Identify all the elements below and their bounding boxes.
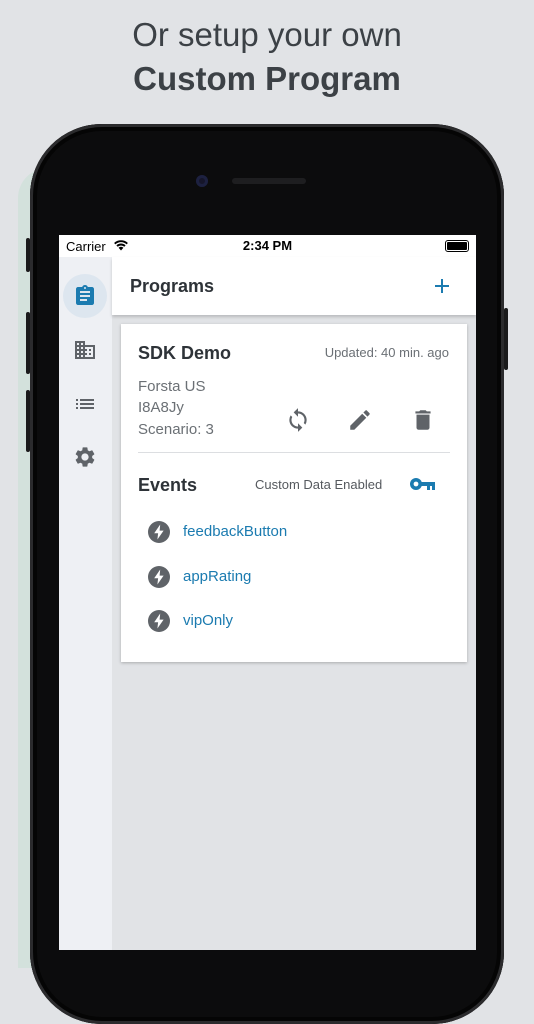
clipboard-icon — [76, 285, 94, 305]
edit-button[interactable] — [347, 407, 373, 433]
battery-icon — [445, 240, 469, 252]
status-time: 2:34 PM — [242, 238, 293, 253]
add-program-button[interactable] — [430, 274, 454, 298]
custom-data-label: Custom Data Enabled — [255, 477, 383, 492]
edit-icon — [350, 410, 370, 430]
rail-item-organizations[interactable] — [63, 328, 107, 372]
app-screen: Carrier 2:34 PM Programs SDK Demo Update… — [59, 235, 476, 950]
events-title: Events — [138, 475, 198, 495]
page-title: Programs — [130, 276, 215, 296]
phone-power-button — [504, 308, 508, 370]
program-region: Forsta US — [138, 378, 206, 395]
list-icon — [76, 399, 94, 409]
rail-item-programs[interactable] — [63, 274, 107, 318]
event-label: feedbackButton — [183, 523, 288, 540]
headline-line-1: Or setup your own — [132, 16, 402, 53]
bolt-icon — [148, 566, 170, 588]
rail-item-settings[interactable] — [63, 435, 107, 479]
app-header: Programs — [112, 257, 476, 315]
delete-button[interactable] — [410, 407, 436, 433]
building-icon — [75, 341, 95, 359]
rail-item-list[interactable] — [63, 382, 107, 426]
trash-icon — [415, 410, 431, 430]
program-name: SDK Demo — [138, 343, 232, 363]
program-card[interactable]: SDK Demo Updated: 40 min. ago Forsta US … — [121, 324, 467, 662]
phone-speaker — [232, 178, 306, 184]
sync-button[interactable] — [285, 407, 311, 433]
bolt-icon — [148, 521, 170, 543]
bolt-icon — [148, 610, 170, 632]
phone-camera — [196, 175, 208, 187]
key-icon[interactable] — [409, 474, 437, 494]
side-rail — [59, 257, 112, 950]
headline-line-2: Custom Program — [133, 60, 401, 97]
event-label: appRating — [183, 568, 252, 585]
program-scenario: Scenario: 3 — [138, 421, 214, 438]
phone-volume-up — [26, 312, 30, 374]
status-bar: Carrier 2:34 PM — [59, 235, 476, 257]
card-divider — [138, 452, 450, 453]
sync-icon — [289, 408, 307, 432]
program-id: I8A8Jy — [138, 399, 184, 416]
plus-icon — [435, 279, 449, 293]
gear-icon — [75, 447, 95, 467]
phone-volume-down — [26, 390, 30, 452]
phone-mute-switch — [26, 238, 30, 272]
event-label: vipOnly — [183, 612, 234, 629]
program-updated: Updated: 40 min. ago — [324, 345, 449, 360]
